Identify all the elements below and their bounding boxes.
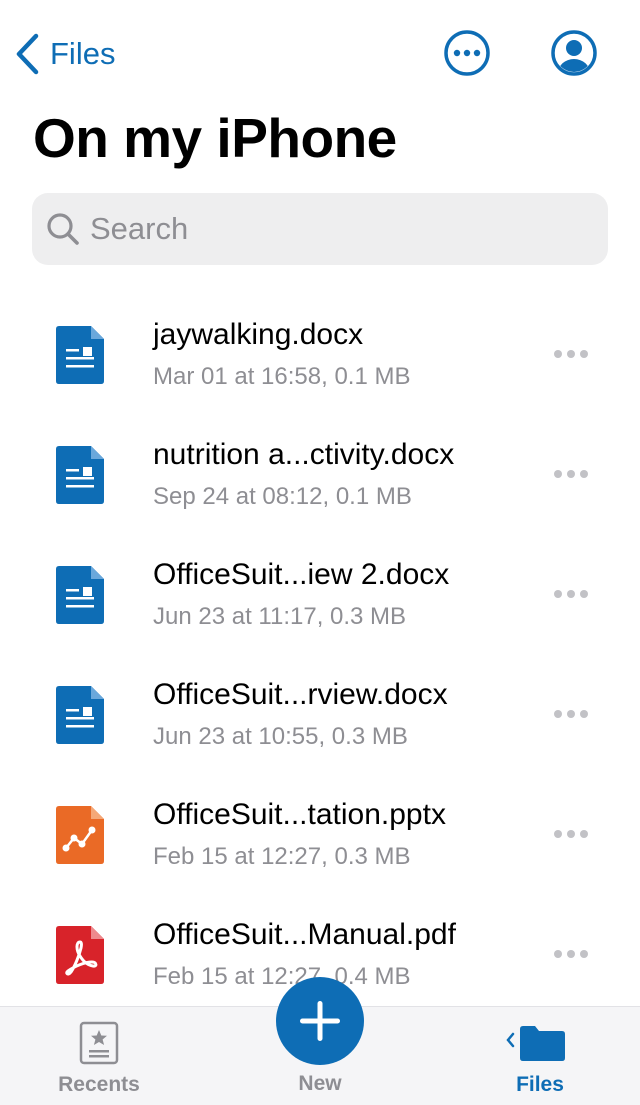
- row-more-button[interactable]: [548, 820, 594, 848]
- tab-recents[interactable]: Recents: [40, 1007, 158, 1105]
- person-circle-icon: [551, 30, 597, 76]
- docx-file-icon: [56, 566, 104, 624]
- file-row[interactable]: OfficeSuit...tation.pptx Feb 15 at 12:27…: [0, 776, 640, 896]
- file-name: nutrition a...ctivity.docx: [153, 438, 455, 471]
- file-meta: Jun 23 at 10:55, 0.3 MB: [153, 723, 408, 750]
- recents-icon: [79, 1021, 119, 1070]
- back-label: Files: [50, 36, 116, 71]
- more-options-button[interactable]: [443, 29, 491, 77]
- account-button[interactable]: [550, 29, 598, 77]
- file-meta: Mar 01 at 16:58, 0.1 MB: [153, 363, 411, 390]
- tab-label: Files: [516, 1073, 564, 1096]
- tab-files[interactable]: Files: [480, 1007, 600, 1105]
- back-button[interactable]: Files: [14, 30, 115, 78]
- pptx-file-icon: [56, 806, 104, 864]
- docx-file-icon: [56, 326, 104, 384]
- file-row[interactable]: OfficeSuit...rview.docx Jun 23 at 10:55,…: [0, 656, 640, 776]
- file-meta: Feb 15 at 12:27, 0.4 MB: [153, 963, 411, 990]
- file-name: OfficeSuit...Manual.pdf: [153, 918, 456, 951]
- row-more-button[interactable]: [548, 460, 594, 488]
- file-meta: Jun 23 at 11:17, 0.3 MB: [153, 603, 407, 630]
- file-name: OfficeSuit...tation.pptx: [153, 798, 446, 831]
- row-more-button[interactable]: [548, 700, 594, 728]
- file-meta: Feb 15 at 12:27, 0.3 MB: [153, 843, 411, 870]
- file-name: jaywalking.docx: [153, 318, 364, 351]
- chevron-left-icon: [14, 33, 40, 75]
- row-more-button[interactable]: [548, 580, 594, 608]
- ellipsis-circle-icon: [444, 30, 490, 76]
- pdf-file-icon: [56, 926, 104, 984]
- search-icon: [46, 212, 80, 246]
- file-list[interactable]: jaywalking.docx Mar 01 at 16:58, 0.1 MB …: [0, 296, 640, 1006]
- new-button[interactable]: [276, 977, 364, 1065]
- docx-file-icon: [56, 686, 104, 744]
- file-row[interactable]: jaywalking.docx Mar 01 at 16:58, 0.1 MB: [0, 296, 640, 416]
- file-name: OfficeSuit...iew 2.docx: [153, 558, 450, 591]
- tab-label: Recents: [58, 1073, 140, 1096]
- row-more-button[interactable]: [548, 940, 594, 968]
- tab-new-label[interactable]: New: [270, 1072, 370, 1096]
- folder-icon: [504, 1021, 568, 1070]
- file-row[interactable]: nutrition a...ctivity.docx Sep 24 at 08:…: [0, 416, 640, 536]
- file-meta: Sep 24 at 08:12, 0.1 MB: [153, 483, 412, 510]
- file-name: OfficeSuit...rview.docx: [153, 678, 448, 711]
- plus-icon: [300, 1001, 340, 1041]
- page-title: On my iPhone: [33, 107, 397, 169]
- search-bar[interactable]: [32, 193, 608, 265]
- docx-file-icon: [56, 446, 104, 504]
- file-row[interactable]: OfficeSuit...iew 2.docx Jun 23 at 11:17,…: [0, 536, 640, 656]
- row-more-button[interactable]: [548, 340, 594, 368]
- search-input[interactable]: [90, 211, 570, 247]
